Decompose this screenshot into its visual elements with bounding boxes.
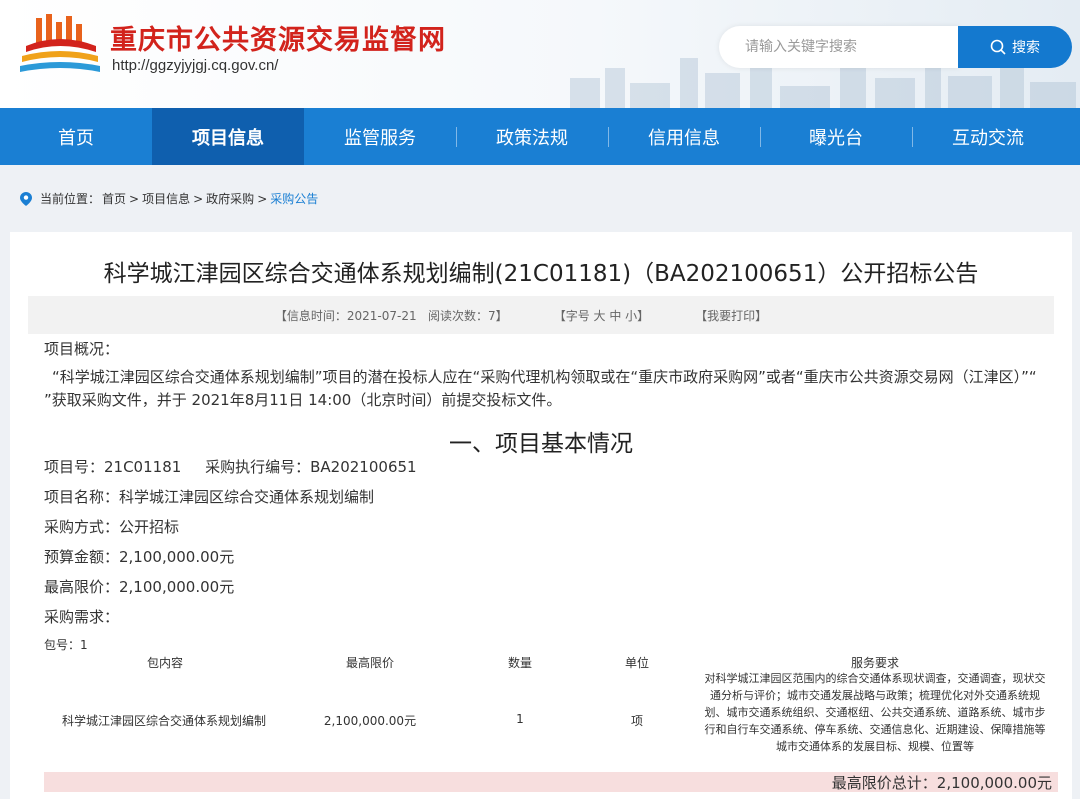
site-logo-icon — [20, 14, 100, 72]
nav-item-exposure[interactable]: 曝光台 — [760, 108, 912, 165]
nav-item-credit[interactable]: 信用信息 — [608, 108, 760, 165]
meta-info-time: 【信息时间：2021-07-21 — [274, 308, 417, 323]
nav-item-policy[interactable]: 政策法规 — [456, 108, 608, 165]
article-meta-bar: 【信息时间：2021-07-21 阅读次数：7】 【字号 大 中 小】 【我要打… — [28, 296, 1054, 334]
nav-item-project-info[interactable]: 项目信息 — [152, 108, 304, 165]
site-url[interactable]: http://ggzyjyjgj.cq.gov.cn/ — [112, 57, 278, 74]
print-link[interactable]: 【我要打印】 — [695, 307, 767, 324]
table-header-quantity: 数量 — [507, 656, 532, 670]
max-price: 最高限价：2,100,000.00元 — [44, 578, 235, 596]
nav-item-interaction[interactable]: 互动交流 — [912, 108, 1064, 165]
breadcrumb-current[interactable]: 采购公告 — [270, 190, 318, 207]
search-icon — [990, 39, 1006, 55]
execution-number: 采购执行编号：BA202100651 — [205, 458, 417, 476]
breadcrumb-project-info[interactable]: 项目信息 — [142, 190, 190, 207]
table-header-max-price: 最高限价 — [345, 656, 394, 670]
breadcrumb-gov-procurement[interactable]: 政府采购 — [206, 190, 254, 207]
breadcrumb-prefix: 当前位置： — [40, 192, 101, 206]
table-header-unit: 单位 — [624, 656, 649, 670]
meta-views: 阅读次数：7】 — [428, 308, 508, 323]
nav-item-home[interactable]: 首页 — [0, 108, 152, 165]
breadcrumb-separator: > — [193, 191, 204, 206]
nav-item-supervision[interactable]: 监管服务 — [304, 108, 456, 165]
table-cell-unit: 项 — [630, 714, 643, 728]
breadcrumb: 当前位置： 首页 > 项目信息 > 政府采购 > 采购公告 — [20, 190, 320, 207]
breadcrumb-separator: > — [129, 191, 140, 206]
overview-text: “科学城江津园区综合交通体系规划编制”项目的潜在投标人应在“采购代理机构领取或在… — [44, 368, 1037, 409]
table-cell-content: 科学城江津园区综合交通体系规划编制 — [61, 714, 266, 728]
package-number: 包号：1 — [44, 638, 88, 652]
font-size-control[interactable]: 【字号 大 中 小】 — [554, 307, 649, 324]
site-header: 重庆市公共资源交易监督网 http://ggzyjyjgj.cq.gov.cn/… — [0, 0, 1080, 108]
project-number: 项目号：21C01181 — [44, 458, 182, 476]
breadcrumb-home[interactable]: 首页 — [102, 190, 126, 207]
project-name: 项目名称：科学城江津园区综合交通体系规划编制 — [44, 488, 375, 506]
site-title: 重庆市公共资源交易监督网 — [110, 25, 446, 56]
location-pin-icon — [20, 191, 32, 206]
table-cell-requirement: 对科学城江津园区范围内的综合交通体系现状调查，交通调查，现状交通分析与评价；城市… — [704, 672, 1046, 753]
procurement-method: 采购方式：公开招标 — [44, 518, 180, 536]
article-title: 科学城江津园区综合交通体系规划编制(21C01181)（BA202100651）… — [103, 261, 979, 287]
total-max-price: 最高限价总计：2,100,000.00元 — [831, 774, 1052, 792]
budget-amount: 预算金额：2,100,000.00元 — [44, 548, 235, 566]
search-box — [719, 26, 959, 68]
main-nav: 首页 项目信息 监管服务 政策法规 信用信息 曝光台 互动交流 — [0, 108, 1080, 165]
article-card: 科学城江津园区综合交通体系规划编制(21C01181)（BA202100651）… — [10, 232, 1072, 799]
table-header-requirement: 服务要求 — [850, 656, 899, 670]
table-cell-quantity: 1 — [516, 712, 524, 726]
section-heading: 一、项目基本情况 — [449, 431, 633, 457]
overview-label: 项目概况： — [44, 340, 120, 358]
procurement-demand-label: 采购需求： — [44, 608, 120, 626]
meta-info: 【信息时间：2021-07-21 阅读次数：7】 — [275, 307, 508, 324]
search-button[interactable]: 搜索 — [958, 26, 1072, 68]
search-input[interactable] — [719, 26, 959, 68]
breadcrumb-separator: > — [257, 191, 268, 206]
project-numbers-line: 项目号：21C01181 采购执行编号：BA202100651 — [44, 456, 417, 478]
search-button-label: 搜索 — [1012, 40, 1040, 56]
table-cell-max-price: 2,100,000.00元 — [323, 714, 417, 728]
table-header-content: 包内容 — [146, 656, 183, 670]
